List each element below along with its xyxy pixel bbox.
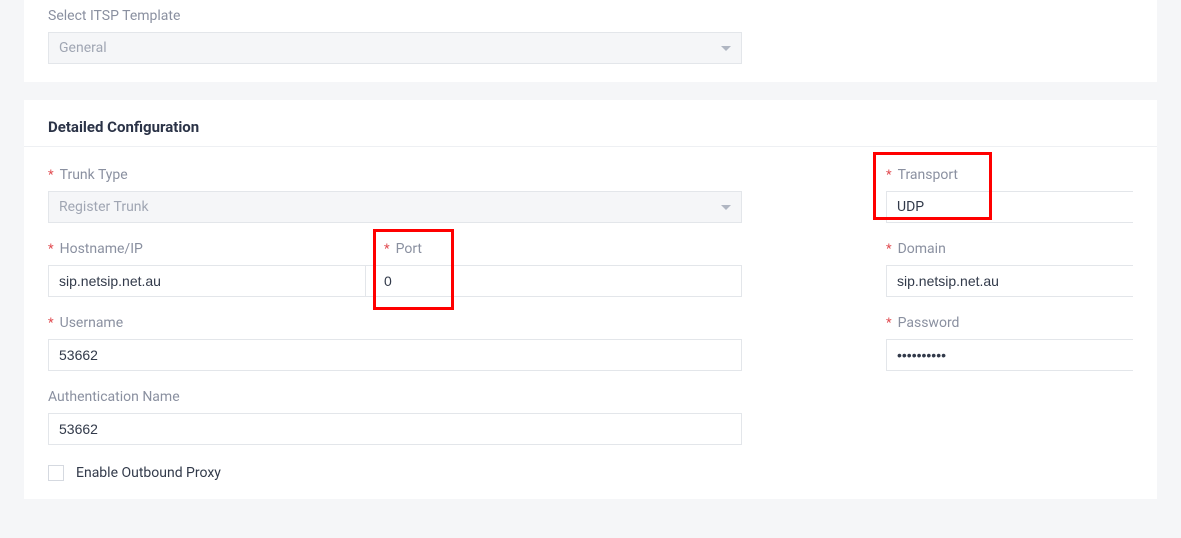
required-indicator: * [48,317,54,330]
transport-select[interactable]: UDP [886,191,1133,223]
chevron-down-icon [721,46,731,51]
authname-input[interactable] [48,413,742,445]
trunk-type-value: Register Trunk [59,199,149,215]
domain-input[interactable] [886,265,1133,297]
enable-outbound-proxy-label: Enable Outbound Proxy [76,465,221,481]
hostname-input[interactable] [48,265,366,297]
transport-value: UDP [897,199,924,215]
password-label: Password [898,315,960,331]
trunk-type-label: Trunk Type [60,167,128,183]
username-label: Username [60,315,124,331]
username-input[interactable] [48,339,742,371]
required-indicator: * [886,243,892,256]
section-title: Detailed Configuration [24,100,1157,147]
port-input[interactable] [366,265,742,297]
required-indicator: * [48,169,54,182]
chevron-down-icon [721,205,731,210]
domain-label: Domain [898,241,946,257]
port-label: Port [396,241,422,257]
trunk-type-select[interactable]: Register Trunk [48,191,742,223]
transport-label: Transport [898,167,958,183]
required-indicator: * [886,169,892,182]
enable-outbound-proxy-checkbox[interactable] [48,465,64,481]
password-input[interactable] [886,339,1133,371]
required-indicator: * [384,243,390,256]
required-indicator: * [886,317,892,330]
itsp-template-value: General [59,40,107,56]
itsp-template-select[interactable]: General [48,32,742,64]
hostname-label: Hostname/IP [60,241,143,257]
itsp-template-label: Select ITSP Template [48,8,180,24]
authname-label: Authentication Name [48,389,180,405]
required-indicator: * [48,243,54,256]
